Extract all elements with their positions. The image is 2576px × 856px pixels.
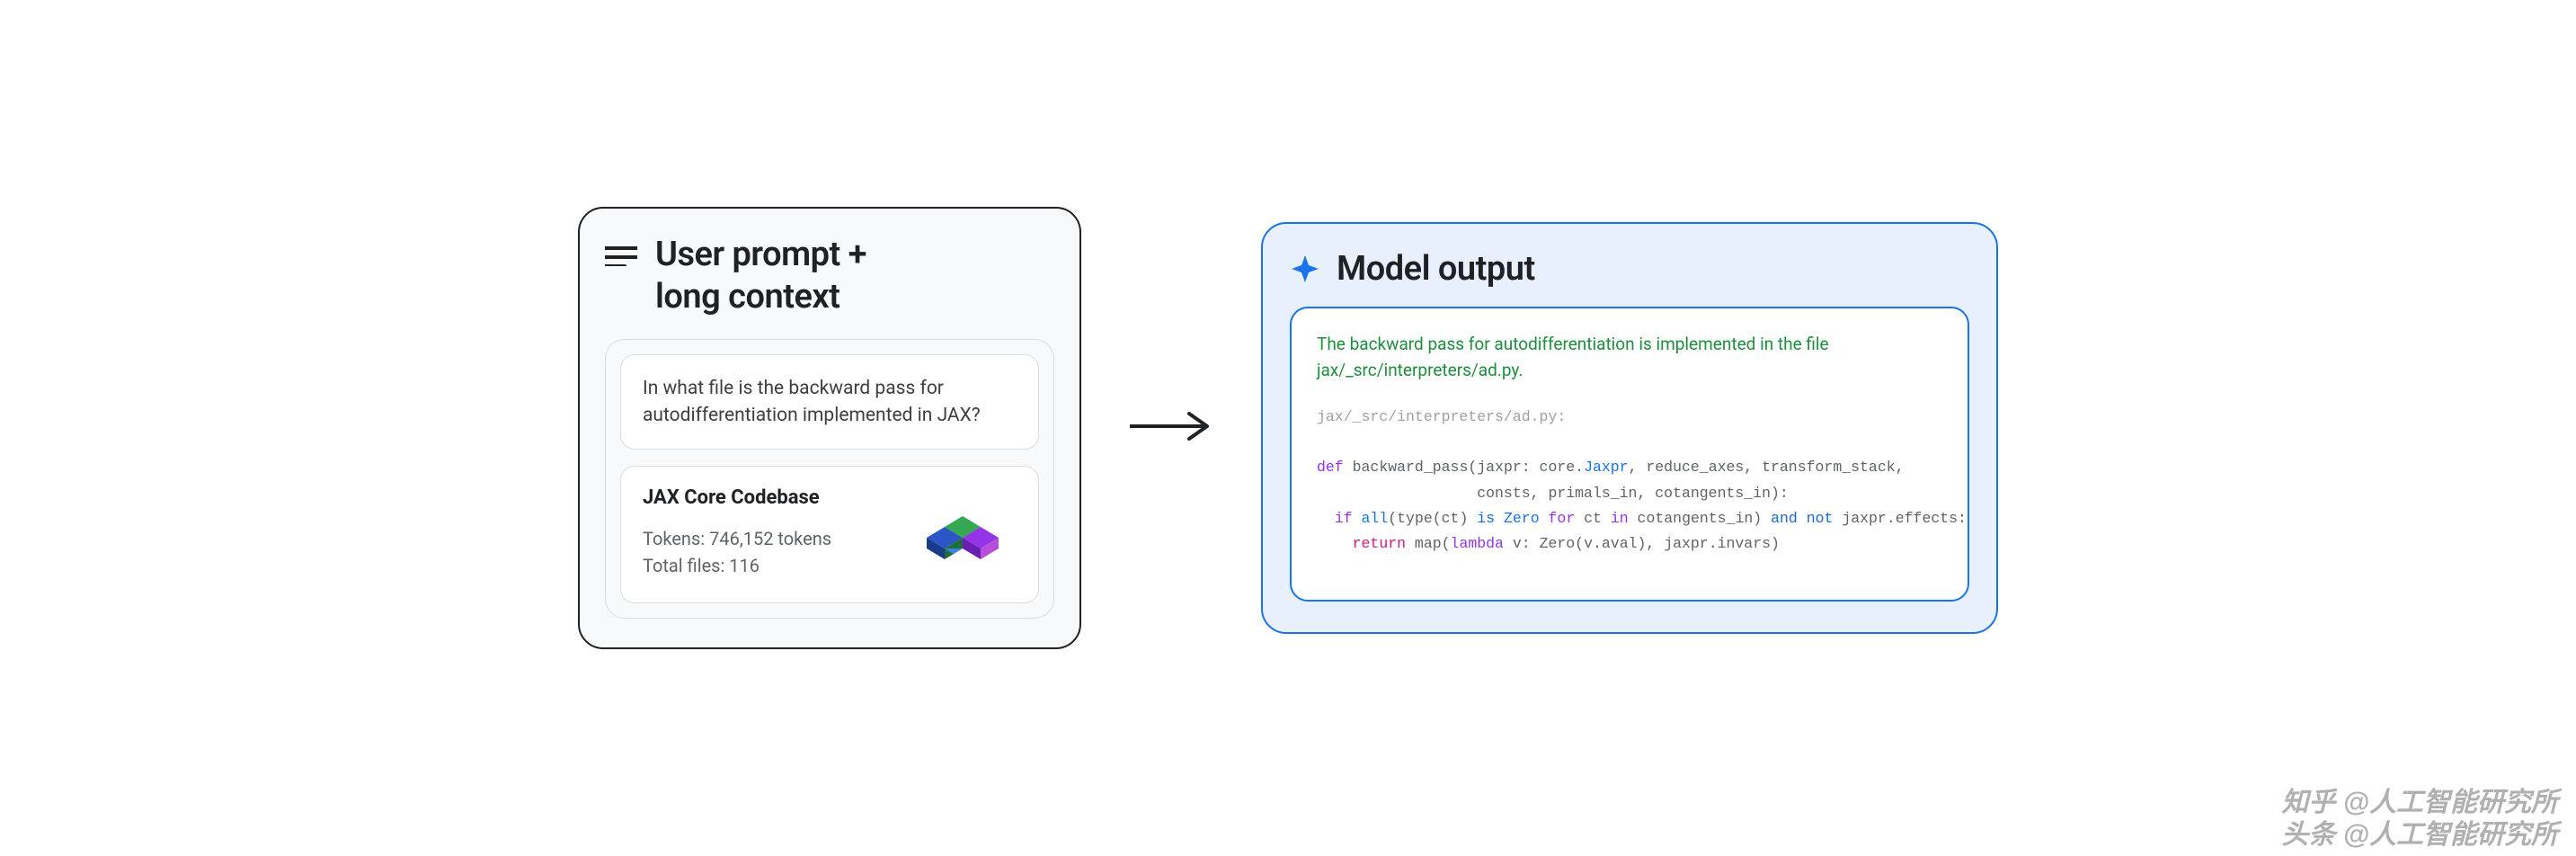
watermark-line-2: 头条 @人工智能研究所 (2281, 819, 2558, 852)
model-output-panel: Model output The backward pass for autod… (1261, 222, 1998, 633)
zero-1: Zero (1495, 510, 1548, 527)
title-line-2: long context (655, 277, 839, 317)
sparkle-icon (1290, 254, 1320, 284)
output-answer-text: The backward pass for autodifferentiatio… (1317, 332, 1942, 383)
fn-sig-2: , reduce_axes, transform_stack, (1629, 459, 1905, 476)
kw-if: if (1335, 510, 1353, 527)
title-line-1: User prompt + (655, 235, 866, 274)
kw-is: is (1477, 510, 1495, 527)
kw-for: for (1549, 510, 1576, 527)
code-file-path: jax/_src/interpreters/ad.py: (1317, 408, 1566, 425)
kw-in: in (1611, 510, 1629, 527)
map-open: map( (1406, 535, 1451, 552)
kw-type-jaxpr: Jaxpr (1584, 459, 1629, 476)
kw-def: def (1317, 459, 1344, 476)
cot-in: cotangents_in) (1629, 510, 1771, 527)
right-panel-title: Model output (1337, 249, 1535, 289)
fn-sig-1: backward_pass(jaxpr: core. (1344, 459, 1584, 476)
prompt-question-box: In what file is the backward pass for au… (620, 354, 1039, 450)
paren-open: (type(ct) (1388, 510, 1477, 527)
right-header: Model output (1290, 249, 1969, 289)
kw-all: all (1362, 510, 1389, 527)
codebase-box: JAX Core Codebase Tokens: 746,152 tokens… (620, 466, 1039, 603)
prompt-text: In what file is the backward pass for au… (643, 378, 981, 426)
output-box: The backward pass for autodifferentiatio… (1290, 307, 1969, 601)
code-block: jax/_src/interpreters/ad.py: def backwar… (1317, 405, 1942, 556)
watermark: 知乎 @人工智能研究所 头条 @人工智能研究所 (2281, 787, 2558, 852)
fn-sig-3: consts, primals_in, cotangents_in): (1317, 485, 1789, 502)
jax-logo-icon (910, 504, 1018, 566)
lambda-body: v: Zero(v.aval), jaxpr.invars) (1504, 535, 1780, 552)
prompt-lines-icon (605, 245, 637, 266)
prompt-context-group: In what file is the backward pass for au… (605, 339, 1054, 620)
user-prompt-panel: User prompt + long context In what file … (578, 207, 1081, 650)
left-panel-title: User prompt + long context (655, 234, 866, 319)
arrow-right (1126, 408, 1216, 448)
kw-lambda: lambda (1451, 535, 1504, 552)
effects: jaxpr.effects: (1833, 510, 1967, 527)
left-header: User prompt + long context (605, 234, 1054, 319)
kw-return: return (1353, 535, 1406, 552)
watermark-line-1: 知乎 @人工智能研究所 (2281, 787, 2558, 819)
ct-var: ct (1575, 510, 1611, 527)
kw-and: and (1771, 510, 1798, 527)
kw-not: not (1798, 510, 1834, 527)
arrow-right-icon (1126, 408, 1216, 444)
